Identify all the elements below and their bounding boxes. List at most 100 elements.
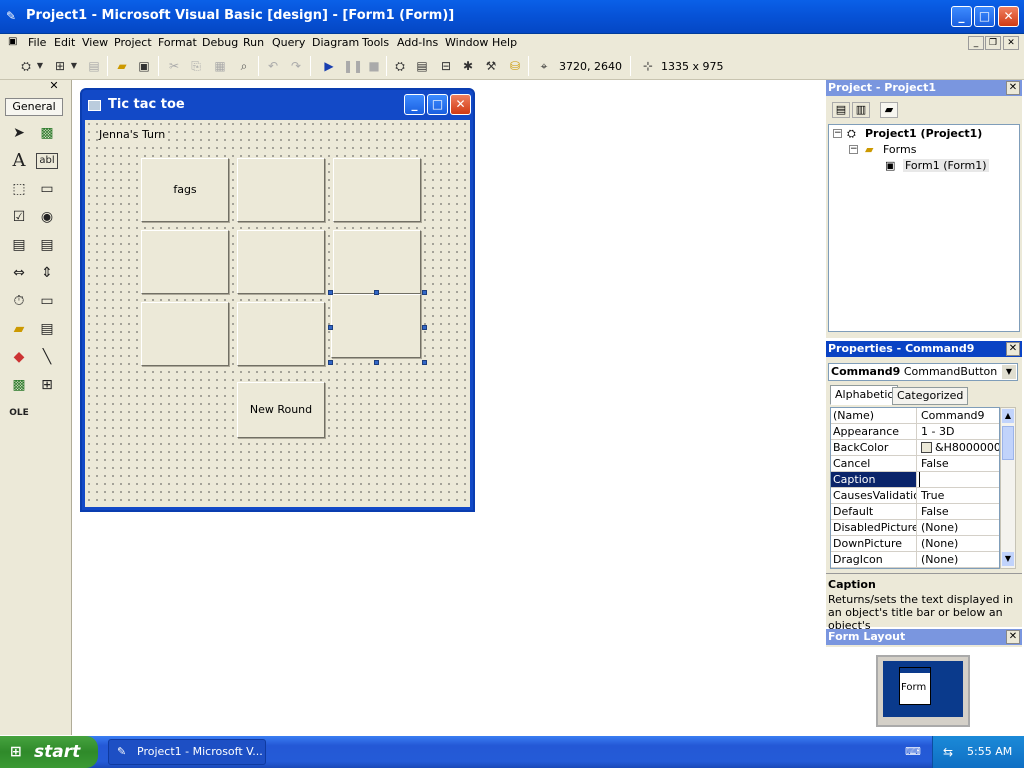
- property-value[interactable]: False: [919, 456, 999, 471]
- properties-close-button[interactable]: ✕: [1006, 342, 1020, 356]
- toolbox-close-button[interactable]: ✕: [47, 80, 61, 94]
- optionbutton-icon[interactable]: ◉: [36, 206, 58, 228]
- collapse-icon[interactable]: −: [849, 145, 858, 154]
- scroll-up-icon[interactable]: ▲: [1002, 409, 1014, 423]
- form-close-button[interactable]: ✕: [450, 94, 471, 115]
- resize-handle[interactable]: [328, 360, 333, 365]
- cell-button-4[interactable]: [141, 230, 229, 294]
- keyboard-icon[interactable]: ⌨: [905, 745, 921, 759]
- tab-alphabetic[interactable]: Alphabetic: [830, 385, 899, 405]
- close-button[interactable]: ✕: [998, 6, 1019, 27]
- mdi-minimize-button[interactable]: _: [968, 36, 984, 50]
- caption-value-input[interactable]: [919, 472, 999, 487]
- property-row[interactable]: DownPicture (None): [831, 536, 999, 552]
- menu-tools[interactable]: Tools: [362, 36, 389, 49]
- minimize-button[interactable]: _: [951, 6, 972, 27]
- hscrollbar-icon[interactable]: ⇔: [8, 262, 30, 284]
- network-icon[interactable]: ⇆: [943, 736, 953, 768]
- save-icon[interactable]: ▣: [136, 58, 152, 74]
- textbox-icon[interactable]: abl: [36, 153, 58, 169]
- form-window[interactable]: Tic tac toe _ □ ✕ Jenna's Turn fags New …: [80, 88, 475, 512]
- cell-button-9-selected[interactable]: [331, 294, 421, 358]
- commandbutton-icon[interactable]: ▭: [36, 178, 58, 200]
- ole-icon[interactable]: OLE: [8, 402, 30, 424]
- scroll-thumb[interactable]: [1002, 426, 1014, 460]
- property-row[interactable]: (Name) Command9: [831, 408, 999, 424]
- cell-button-1[interactable]: fags: [141, 158, 229, 222]
- property-value[interactable]: (None): [919, 520, 999, 535]
- property-value[interactable]: 1 - 3D: [919, 424, 999, 439]
- property-row-selected[interactable]: Caption: [831, 472, 999, 488]
- combobox-icon[interactable]: ▤: [8, 234, 30, 256]
- tree-project-node[interactable]: Project1 (Project1): [865, 127, 982, 140]
- listbox-icon[interactable]: ▤: [36, 234, 58, 256]
- object-browser-icon[interactable]: ✱: [460, 58, 476, 74]
- image-icon[interactable]: ▩: [8, 374, 30, 396]
- paste-icon[interactable]: ▦: [212, 58, 228, 74]
- label-icon[interactable]: A: [8, 150, 30, 172]
- form-minimize-button[interactable]: _: [404, 94, 425, 115]
- pointer-icon[interactable]: ➤: [8, 122, 30, 144]
- tree-form1-node[interactable]: Form1 (Form1): [903, 159, 989, 172]
- view-code-icon[interactable]: ▤: [832, 102, 850, 118]
- vscrollbar-icon[interactable]: ⇕: [36, 262, 58, 284]
- property-row[interactable]: Appearance 1 - 3D: [831, 424, 999, 440]
- form-maximize-button[interactable]: □: [427, 94, 448, 115]
- chevron-down-icon[interactable]: ▼: [1002, 365, 1016, 379]
- resize-handle[interactable]: [422, 360, 427, 365]
- maximize-button[interactable]: □: [974, 6, 995, 27]
- filelistbox-icon[interactable]: ▤: [36, 318, 58, 340]
- property-value[interactable]: False: [919, 504, 999, 519]
- cell-button-6[interactable]: [333, 230, 421, 294]
- start-button[interactable]: ⊞ start: [0, 736, 98, 768]
- data-view-icon[interactable]: ⛁: [507, 58, 523, 74]
- data-control-icon[interactable]: ⊞: [36, 374, 58, 396]
- undo-icon[interactable]: ↶: [265, 58, 281, 74]
- menu-add-ins[interactable]: Add-Ins: [397, 36, 438, 49]
- redo-icon[interactable]: ↷: [288, 58, 304, 74]
- open-icon[interactable]: ▰: [114, 58, 130, 74]
- vb-app-icon[interactable]: ✎: [6, 9, 20, 23]
- end-icon[interactable]: ■: [366, 58, 382, 74]
- property-row[interactable]: DragIcon (None): [831, 552, 999, 568]
- menu-file[interactable]: File: [28, 36, 46, 49]
- add-form-icon[interactable]: ⊞: [52, 58, 68, 74]
- collapse-icon[interactable]: −: [833, 129, 842, 138]
- form-layout-close-button[interactable]: ✕: [1006, 630, 1020, 644]
- property-value[interactable]: True: [919, 488, 999, 503]
- project-explorer-close-button[interactable]: ✕: [1006, 81, 1020, 95]
- property-row[interactable]: Cancel False: [831, 456, 999, 472]
- break-icon[interactable]: ❚❚: [343, 58, 363, 74]
- menu-edit[interactable]: Edit: [54, 36, 75, 49]
- cell-button-3[interactable]: [333, 158, 421, 222]
- find-icon[interactable]: ⌕: [236, 58, 252, 74]
- frame-icon[interactable]: ⬚: [8, 178, 30, 200]
- properties-scrollbar[interactable]: ▲ ▼: [1000, 407, 1016, 569]
- scroll-down-icon[interactable]: ▼: [1002, 552, 1014, 566]
- property-row[interactable]: CausesValidationTrue: [831, 488, 999, 504]
- properties-window-icon[interactable]: ▤: [414, 58, 430, 74]
- resize-handle[interactable]: [374, 360, 379, 365]
- toolbox-icon[interactable]: ⚒: [483, 58, 499, 74]
- timer-icon[interactable]: ⏱: [8, 290, 30, 312]
- new-round-button[interactable]: New Round: [237, 382, 325, 438]
- property-value[interactable]: Command9: [919, 408, 999, 423]
- tree-forms-folder[interactable]: Forms: [883, 143, 916, 156]
- property-row[interactable]: BackColor &H8000000F: [831, 440, 999, 456]
- taskbar-item-vb[interactable]: ✎ Project1 - Microsoft V...: [108, 739, 266, 765]
- toggle-folders-icon[interactable]: ▰: [880, 102, 898, 118]
- menu-format[interactable]: Format: [158, 36, 197, 49]
- form-client-area[interactable]: Jenna's Turn fags New Round: [85, 120, 470, 507]
- project-explorer-icon[interactable]: ⛭: [392, 58, 408, 74]
- menu-help[interactable]: Help: [492, 36, 517, 49]
- property-value[interactable]: (None): [919, 552, 999, 567]
- mdi-close-button[interactable]: ✕: [1003, 36, 1019, 50]
- resize-handle[interactable]: [328, 325, 333, 330]
- resize-handle[interactable]: [422, 290, 427, 295]
- copy-icon[interactable]: ⎘: [188, 58, 204, 74]
- menu-diagram[interactable]: Diagram: [312, 36, 359, 49]
- cell-button-5[interactable]: [237, 230, 325, 294]
- menu-editor-icon[interactable]: ▤: [86, 58, 102, 74]
- add-project-icon[interactable]: ⛭: [18, 58, 34, 74]
- dropdown-arrow-icon[interactable]: ▼: [36, 58, 44, 74]
